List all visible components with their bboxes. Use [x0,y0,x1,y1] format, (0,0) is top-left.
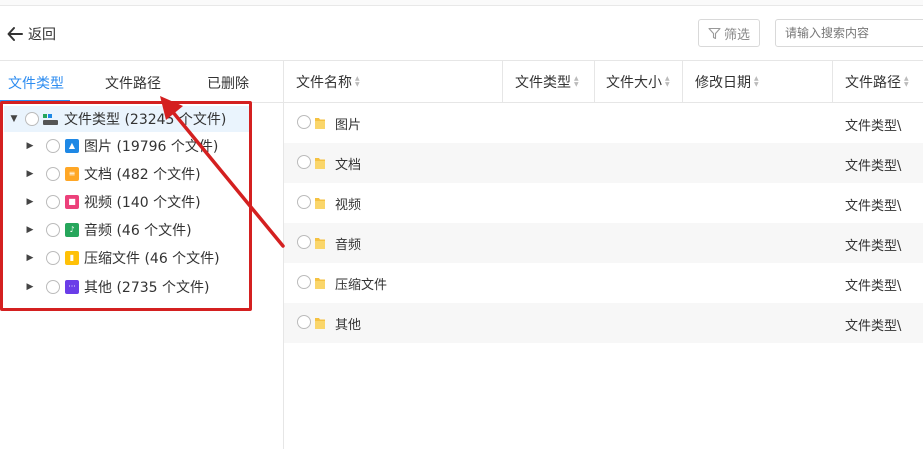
tree-item-audio[interactable]: ▶ ♪ 音频 (46 个文件) [24,217,192,243]
row-file-name: 文档 [335,158,362,173]
tab-file-path[interactable]: 文件路径 [105,73,161,93]
table-row[interactable]: 图片 文件类型\ [284,103,923,143]
tree-item-radio[interactable] [46,251,60,265]
column-separator [682,61,683,103]
caret-right-icon[interactable]: ▶ [24,196,36,208]
tree-item-radio[interactable] [46,139,60,153]
row-radio[interactable] [297,275,311,289]
tab-deleted[interactable]: 已删除 [207,73,249,93]
sort-icon[interactable]: ▲ ▼ [754,76,759,88]
column-header-name[interactable]: 文件名称 ▲ ▼ [296,61,360,103]
caret-right-icon[interactable]: ▶ [24,281,36,293]
sort-icon[interactable]: ▲ ▼ [665,76,670,88]
row-radio[interactable] [297,235,311,249]
tree-item-radio[interactable] [46,167,60,181]
top-strip [0,0,923,6]
sort-icon[interactable]: ▲ ▼ [355,76,360,88]
image-icon: ▲ [65,139,79,153]
table-row[interactable]: 视频 文件类型\ [284,183,923,223]
caret-right-icon[interactable]: ▶ [24,140,36,152]
table-row[interactable]: 压缩文件 文件类型\ [284,263,923,303]
folder-icon [315,118,325,129]
tree-item-radio[interactable] [46,223,60,237]
row-file-path: 文件类型\ [845,119,902,134]
row-file-path: 文件类型\ [845,199,902,214]
back-label: 返回 [28,27,56,43]
row-file-path: 文件类型\ [845,319,902,334]
table-row[interactable]: 其他 文件类型\ [284,303,923,343]
caret-right-icon[interactable]: ▶ [24,252,36,264]
column-separator [502,61,503,103]
folder-icon [315,238,325,249]
column-header-size[interactable]: 文件大小 ▲ ▼ [606,61,670,103]
caret-right-icon[interactable]: ▶ [24,224,36,236]
tree-item-archives[interactable]: ▶ ▮ 压缩文件 (46 个文件) [24,245,220,271]
tree-item-radio[interactable] [46,195,60,209]
folder-icon [315,278,325,289]
sort-icon[interactable]: ▲ ▼ [574,76,579,88]
row-file-name: 视频 [335,198,362,213]
filter-button[interactable]: 筛选 [698,19,760,47]
row-radio[interactable] [297,115,311,129]
row-radio[interactable] [297,155,311,169]
drive-icon [43,112,59,126]
tree-root-radio[interactable] [25,112,39,126]
row-file-path: 文件类型\ [845,239,902,254]
row-file-name: 音频 [335,238,362,253]
sort-icon[interactable]: ▲ ▼ [904,76,909,88]
tree-item-label: 音频 (46 个文件) [84,223,192,239]
tree-item-label: 文档 (482 个文件) [84,167,201,183]
table-row[interactable]: 文档 文件类型\ [284,143,923,183]
filter-icon [708,27,721,39]
folder-icon [315,198,325,209]
document-icon: ≡ [65,167,79,181]
row-file-name: 压缩文件 [335,278,388,293]
caret-right-icon[interactable]: ▶ [24,168,36,180]
column-separator [594,61,595,103]
folder-icon [315,158,325,169]
audio-icon: ♪ [65,223,79,237]
row-radio[interactable] [297,315,311,329]
tree-item-label: 压缩文件 (46 个文件) [84,251,220,267]
tab-file-type[interactable]: 文件类型 [8,73,64,93]
back-button[interactable]: 返回 [6,22,56,46]
table-header: 文件名称 ▲ ▼ 文件类型 ▲ ▼ 文件大小 ▲ ▼ 修改日期 ▲ ▼ 文件路径 ▲ ▼ [284,61,923,103]
tree-item-images[interactable]: ▶ ▲ 图片 (19796 个文件) [24,133,218,159]
search-input[interactable] [775,19,923,47]
caret-down-icon[interactable]: ▼ [8,113,20,125]
tree-item-label: 视频 (140 个文件) [84,195,201,211]
row-file-name: 其他 [335,318,362,333]
column-header-modified[interactable]: 修改日期 ▲ ▼ [695,61,759,103]
tree-root-label: 文件类型 (23245 个文件) [64,112,227,128]
folder-icon [315,318,325,329]
row-file-path: 文件类型\ [845,159,902,174]
filter-label: 筛选 [723,27,750,43]
tree-item-label: 图片 (19796 个文件) [84,139,219,155]
tree-item-radio[interactable] [46,280,60,294]
row-radio[interactable] [297,195,311,209]
tree-item-videos[interactable]: ▶ ■ 视频 (140 个文件) [24,189,201,215]
column-separator [832,61,833,103]
row-file-name: 图片 [335,118,362,133]
left-tabs: 文件类型 文件路径 已删除 [0,61,283,103]
active-tab-indicator [0,100,70,102]
row-file-path: 文件类型\ [845,279,902,294]
column-header-type[interactable]: 文件类型 ▲ ▼ [515,61,579,103]
column-header-path[interactable]: 文件路径 ▲ ▼ [845,61,909,103]
tree-root-row[interactable]: ▼ 文件类型 (23245 个文件) [4,106,250,132]
other-icon: ··· [65,280,79,294]
tree-item-other[interactable]: ▶ ··· 其他 (2735 个文件) [24,274,209,300]
video-icon: ■ [65,195,79,209]
archive-icon: ▮ [65,251,79,265]
tree-item-label: 其他 (2735 个文件) [84,280,210,296]
table-row[interactable]: 音频 文件类型\ [284,223,923,263]
tree-item-documents[interactable]: ▶ ≡ 文档 (482 个文件) [24,161,201,187]
arrow-left-icon [7,27,23,41]
